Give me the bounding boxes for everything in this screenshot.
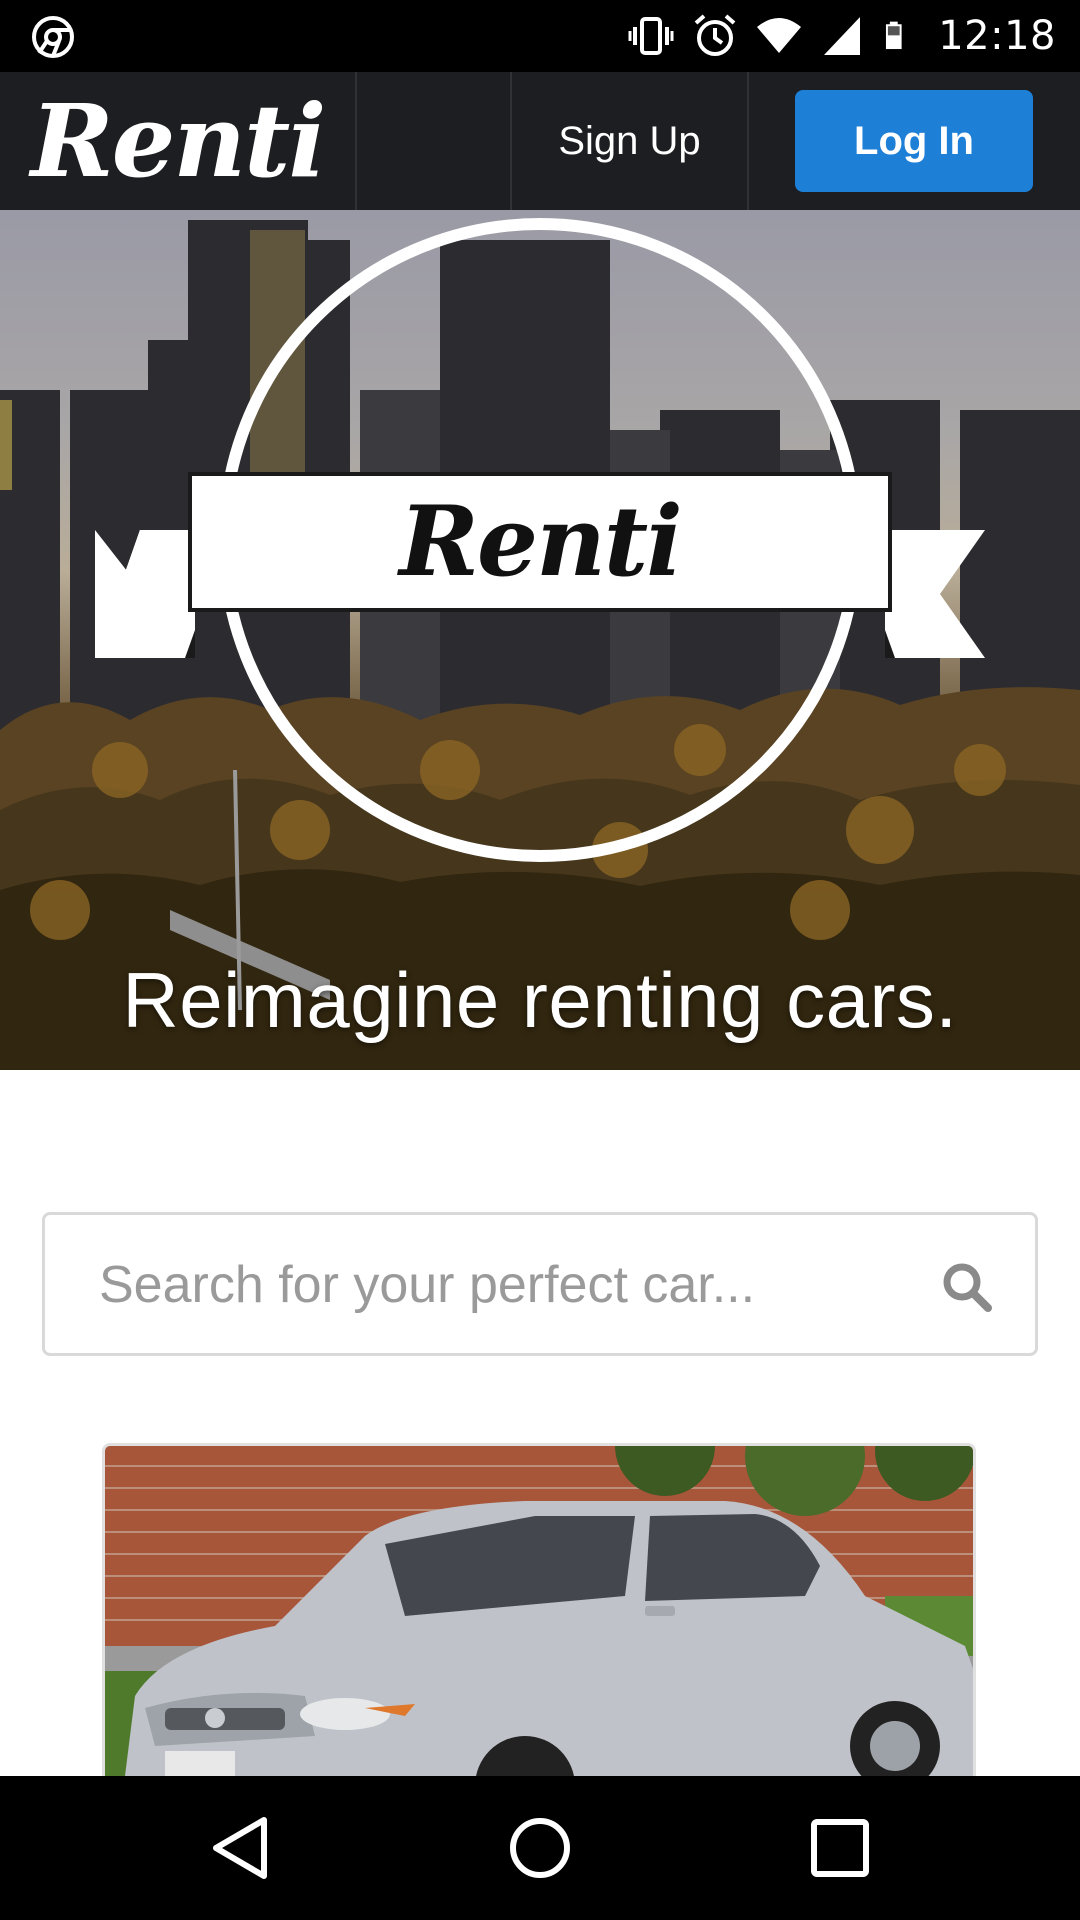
top-navigation: Renti Sign Up Log In	[0, 72, 1080, 210]
city-skyline-image	[0, 218, 1080, 1070]
car-listing-image	[105, 1446, 973, 1783]
battery-icon	[886, 21, 902, 50]
vibrate-icon	[628, 17, 674, 55]
system-navigation-bar	[0, 1776, 1080, 1920]
sign-up-link[interactable]: Sign Up	[512, 72, 747, 210]
status-bar: 12:18	[0, 0, 1080, 72]
car-listing-card[interactable]	[102, 1443, 976, 1783]
signal-icon	[824, 17, 861, 55]
hero-banner: Renti Reimagine renting cars.	[0, 210, 1080, 1070]
home-icon[interactable]	[504, 1812, 576, 1884]
clock-time: 12:18	[938, 13, 1056, 59]
search-icon[interactable]	[941, 1261, 993, 1313]
brand-logo[interactable]: Renti	[0, 72, 355, 210]
search-box	[42, 1212, 1038, 1356]
log-in-button[interactable]: Log In	[795, 90, 1033, 192]
hero-logo-text: Renti	[399, 484, 682, 598]
alarm-icon	[694, 14, 736, 56]
wifi-icon	[757, 18, 802, 53]
search-input[interactable]	[99, 1235, 899, 1335]
hero-tagline: Reimagine renting cars.	[122, 956, 958, 1044]
nav-divider	[355, 72, 357, 210]
nav-divider	[747, 72, 749, 210]
recents-icon[interactable]	[804, 1812, 876, 1884]
back-icon[interactable]	[204, 1812, 276, 1884]
chrome-icon	[32, 16, 74, 58]
